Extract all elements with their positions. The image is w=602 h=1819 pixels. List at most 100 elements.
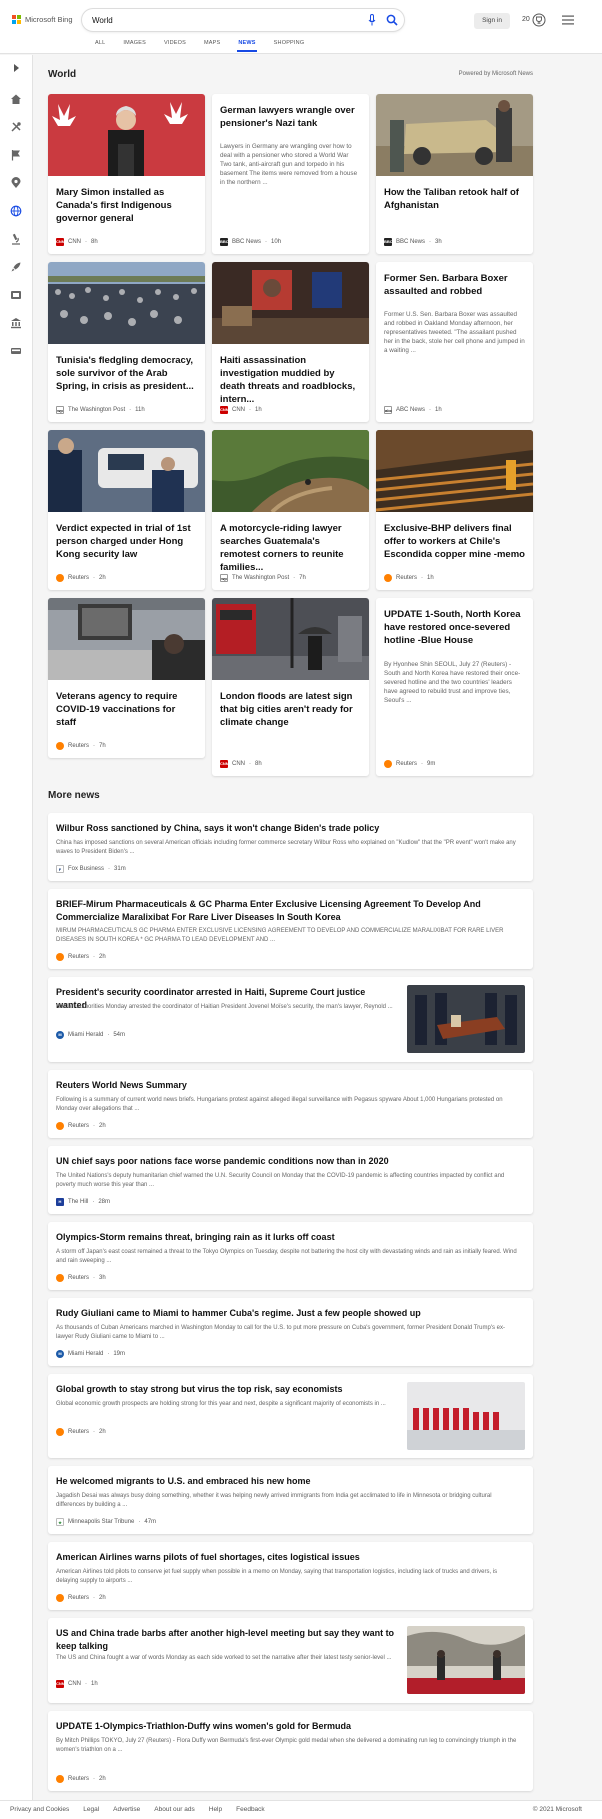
footer-link-help[interactable]: Help (209, 1806, 222, 1813)
source-name: CNN (232, 761, 245, 767)
card-title[interactable]: UPDATE 1-South, North Korea have restore… (384, 608, 525, 647)
card-title[interactable]: Veterans agency to require COVID-19 vacc… (56, 690, 197, 729)
hamburger-menu-icon[interactable] (562, 15, 574, 25)
news-image (212, 430, 369, 512)
news-card[interactable]: Verdict expected in trial of 1st person … (48, 430, 205, 590)
home-icon[interactable] (10, 93, 22, 105)
news-card[interactable]: UPDATE 1-South, North Korea have restore… (376, 598, 533, 776)
source-name: Reuters (68, 1595, 90, 1601)
tab-videos[interactable]: VIDEOS (155, 40, 195, 54)
news-image (48, 94, 205, 176)
news-list-item[interactable]: Global growth to stay strong but virus t… (48, 1374, 533, 1458)
search-icon[interactable] (386, 14, 398, 26)
card-title[interactable]: How the Taliban retook half of Afghanist… (384, 186, 525, 212)
item-title[interactable]: Rudy Giuliani came to Miami to hammer Cu… (56, 1307, 486, 1320)
card-title[interactable]: A motorcycle-riding lawyer searches Guat… (220, 522, 361, 574)
news-card[interactable]: Exclusive-BHP delivers final offer to wo… (376, 430, 533, 590)
sign-in-button[interactable]: Sign in (474, 13, 510, 29)
microphone-icon[interactable] (368, 14, 376, 26)
footer-link-feedback[interactable]: Feedback (236, 1806, 265, 1813)
news-list-item[interactable]: Reuters World News Summary Following is … (48, 1070, 533, 1138)
news-card[interactable]: Haiti assassination investigation muddie… (212, 262, 369, 422)
item-title[interactable]: He welcomed migrants to U.S. and embrace… (56, 1475, 396, 1488)
news-card[interactable]: Tunisia's fledgling democracy, sole surv… (48, 262, 205, 422)
tab-news[interactable]: NEWS (229, 40, 264, 54)
item-title[interactable]: American Airlines warns pilots of fuel s… (56, 1551, 486, 1564)
separator: · (429, 407, 432, 413)
news-list-item[interactable]: American Airlines warns pilots of fuel s… (48, 1542, 533, 1610)
item-source: M Miami Herald · 19m (56, 1350, 125, 1358)
item-title[interactable]: Global growth to stay strong but virus t… (56, 1383, 396, 1396)
news-card[interactable]: London floods are latest sign that big c… (212, 598, 369, 776)
news-card[interactable]: Former Sen. Barbara Boxer assaulted and … (376, 262, 533, 422)
separator: · (429, 239, 432, 245)
news-list-item[interactable]: US and China trade barbs after another h… (48, 1618, 533, 1703)
card-title[interactable]: Exclusive-BHP delivers final offer to wo… (384, 522, 525, 561)
item-title[interactable]: Olympics-Storm remains threat, bringing … (56, 1231, 486, 1244)
search-input[interactable] (92, 13, 342, 27)
item-title[interactable]: UN chief says poor nations face worse pa… (56, 1155, 486, 1168)
bank-icon[interactable] (10, 317, 22, 329)
item-description: The United Nations's deputy humanitarian… (56, 1173, 505, 1188)
card-title[interactable]: London floods are latest sign that big c… (220, 690, 361, 729)
tab-images[interactable]: IMAGES (114, 40, 155, 54)
card-description: Former U.S. Sen. Barbara Boxer was assau… (384, 311, 525, 354)
item-description: American Airlines told pilots to conserv… (56, 1569, 498, 1584)
item-source: CNN CNN · 1h (56, 1680, 98, 1688)
news-list-item[interactable]: He welcomed migrants to U.S. and embrace… (48, 1466, 533, 1534)
globe-icon[interactable] (10, 205, 22, 217)
reuters-logo-icon (56, 1274, 64, 1282)
source-name: Reuters (396, 761, 418, 767)
card-title[interactable]: Former Sen. Barbara Boxer assaulted and … (384, 272, 525, 298)
item-source: H The Hill · 28m (56, 1198, 110, 1206)
item-title[interactable]: BRIEF-Mirum Pharmaceuticals & GC Pharma … (56, 898, 486, 923)
film-icon[interactable] (10, 289, 22, 301)
bing-logo[interactable]: Microsoft Bing (12, 15, 73, 24)
rewards-trophy-icon[interactable] (532, 13, 546, 27)
timestamp: 11h (135, 407, 145, 413)
footer-link-about-ads[interactable]: About our ads (154, 1806, 194, 1813)
card-title[interactable]: German lawyers wrangle over pensioner's … (220, 104, 361, 130)
reuters-logo-icon (56, 742, 64, 750)
bbc-logo-icon: BBC (384, 238, 393, 246)
news-list-item[interactable]: Rudy Giuliani came to Miami to hammer Cu… (48, 1298, 533, 1366)
tab-all[interactable]: ALL (86, 40, 114, 54)
item-title[interactable]: Wilbur Ross sanctioned by China, says it… (56, 822, 396, 835)
news-card[interactable]: German lawyers wrangle over pensioner's … (212, 94, 369, 254)
card-title[interactable]: Verdict expected in trial of 1st person … (56, 522, 197, 561)
news-list-item[interactable]: President's security coordinator arreste… (48, 977, 533, 1062)
item-title[interactable]: Reuters World News Summary (56, 1079, 396, 1092)
news-card[interactable]: How the Taliban retook half of Afghanist… (376, 94, 533, 254)
tab-maps[interactable]: MAPS (195, 40, 229, 54)
news-card[interactable]: A motorcycle-riding lawyer searches Guat… (212, 430, 369, 590)
powered-by-label[interactable]: Powered by Microsoft News (459, 71, 533, 77)
news-list-item[interactable]: BRIEF-Mirum Pharmaceuticals & GC Pharma … (48, 889, 533, 969)
card-title[interactable]: Tunisia's fledgling democracy, sole surv… (56, 354, 197, 393)
source-name: ABC News (396, 407, 426, 413)
news-list-item[interactable]: UN chief says poor nations face worse pa… (48, 1146, 533, 1214)
map-pin-icon[interactable] (10, 177, 22, 189)
news-image (376, 430, 533, 512)
rocket-icon[interactable] (10, 261, 22, 273)
footer-link-advertise[interactable]: Advertise (113, 1806, 140, 1813)
news-list-item[interactable]: Wilbur Ross sanctioned by China, says it… (48, 813, 533, 881)
card-title[interactable]: Haiti assassination investigation muddie… (220, 354, 361, 406)
timestamp: 2h (99, 1429, 106, 1435)
tools-icon[interactable] (10, 121, 22, 133)
expand-icon[interactable] (10, 62, 22, 74)
car-icon[interactable] (10, 345, 22, 357)
microscope-icon[interactable] (10, 233, 22, 245)
tab-shopping[interactable]: SHOPPING (265, 40, 314, 54)
news-list-item[interactable]: UPDATE 1-Olympics-Triathlon-Duffy wins w… (48, 1711, 533, 1791)
brand-name: Microsoft Bing (25, 15, 73, 24)
news-card[interactable]: Mary Simon installed as Canada's first I… (48, 94, 205, 254)
cnn-logo-icon: CNN (56, 238, 65, 246)
news-card[interactable]: Veterans agency to require COVID-19 vacc… (48, 598, 205, 758)
footer-link-legal[interactable]: Legal (83, 1806, 99, 1813)
card-title[interactable]: Mary Simon installed as Canada's first I… (56, 186, 197, 225)
item-title[interactable]: UPDATE 1-Olympics-Triathlon-Duffy wins w… (56, 1720, 486, 1733)
footer-link-privacy[interactable]: Privacy and Cookies (10, 1806, 69, 1813)
news-list-item[interactable]: Olympics-Storm remains threat, bringing … (48, 1222, 533, 1290)
item-title[interactable]: US and China trade barbs after another h… (56, 1627, 396, 1652)
flag-icon[interactable] (10, 149, 22, 161)
